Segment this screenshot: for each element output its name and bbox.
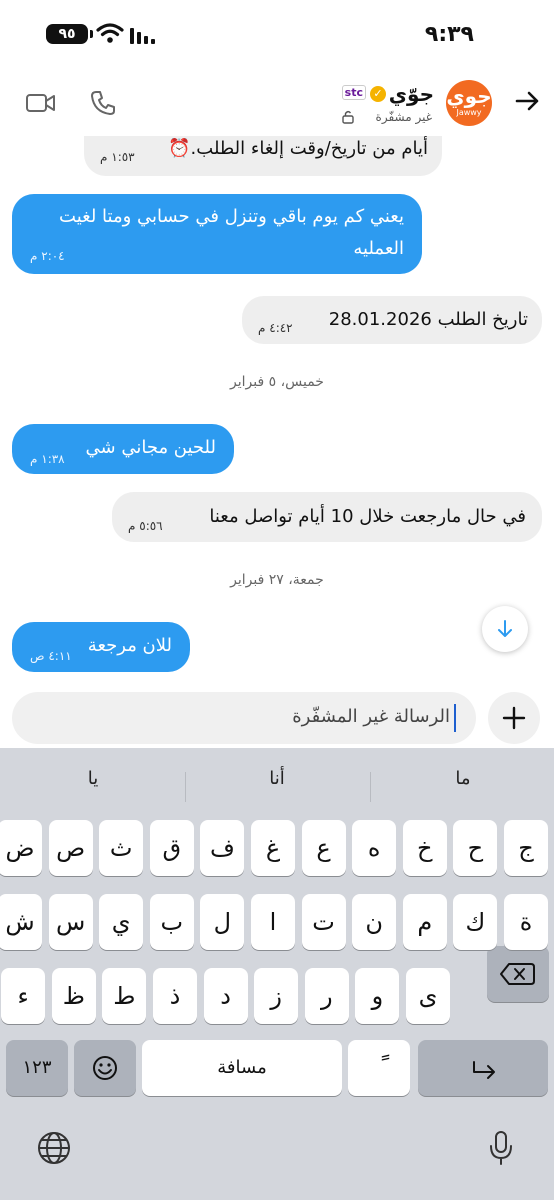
signal-icon <box>130 28 155 44</box>
verified-badge-icon: ✓ <box>370 86 386 102</box>
key-letter[interactable]: ا <box>251 894 295 950</box>
key-letter[interactable]: ق <box>149 820 194 876</box>
key-letter[interactable]: س <box>48 894 93 950</box>
key-letter[interactable]: ص <box>48 820 93 876</box>
message-time: ٢:٠٤ م <box>30 249 65 263</box>
key-letter[interactable]: ء <box>1 968 46 1024</box>
key-letter[interactable]: ة <box>504 894 548 950</box>
battery-indicator: ٩٥ <box>46 24 93 44</box>
message-bubble[interactable]: تاريخ الطلب 28.01.2026 ٤:٤٢ م <box>242 296 542 344</box>
key-letter[interactable]: ض <box>0 820 42 876</box>
backspace-key[interactable] <box>487 946 549 1002</box>
suggestion-divider <box>185 772 186 802</box>
message-time: ٤:٤٢ م <box>258 321 293 335</box>
space-key[interactable]: مسافة <box>142 1040 342 1096</box>
key-letter[interactable]: ب <box>149 894 194 950</box>
contact-avatar[interactable]: جوي Jawwy <box>446 80 492 126</box>
emoji-icon <box>93 1056 117 1080</box>
date-separator: خميس، ٥ فبراير <box>230 374 324 390</box>
unlocked-icon <box>342 110 354 124</box>
message-text: للحين مجاني شي <box>85 437 216 458</box>
conversation-header: جوي Jawwy جوّي ✓ stc غير مشفّرة <box>0 70 554 136</box>
phone-call-icon[interactable] <box>90 90 116 116</box>
encryption-status: غير مشفّرة <box>375 110 432 124</box>
composer: الرسالة غير المشفّرة <box>0 688 554 748</box>
key-letter[interactable]: ش <box>0 894 42 950</box>
key-letter[interactable]: غ <box>251 820 295 876</box>
message-text: أيام من تاريخ/وقت إلغاء الطلب.⏰ <box>168 138 428 159</box>
message-text: يعني كم يوم باقي وتنزل في حسابي ومتا لغي… <box>59 206 404 227</box>
emoji-key[interactable] <box>74 1040 136 1096</box>
key-letter[interactable]: د <box>203 968 248 1024</box>
carrier-badge: stc <box>341 85 366 100</box>
key-letter[interactable]: ي <box>99 894 144 950</box>
plus-icon <box>502 706 526 730</box>
microphone-icon[interactable] <box>488 1130 514 1166</box>
key-letter[interactable]: ر <box>304 968 349 1024</box>
wifi-icon <box>96 23 124 43</box>
return-icon <box>473 1061 495 1079</box>
key-letter[interactable]: ك <box>453 894 498 950</box>
video-call-icon[interactable] <box>26 92 56 114</box>
message-text: للان مرجعة <box>87 635 172 656</box>
message-time: ١:٣٨ م <box>30 452 65 466</box>
key-letter[interactable]: ل <box>200 894 245 950</box>
suggestion-item[interactable]: يا <box>18 768 168 789</box>
suggestion-item[interactable]: ما <box>388 768 538 789</box>
key-letter[interactable]: ز <box>254 968 299 1024</box>
text-caret <box>454 704 456 732</box>
key-letter[interactable]: خ <box>402 820 447 876</box>
back-arrow-icon[interactable] <box>514 88 540 114</box>
message-text: تاريخ الطلب 28.01.2026 <box>328 309 528 330</box>
return-key[interactable] <box>418 1040 548 1096</box>
message-bubble[interactable]: للحين مجاني شي ١:٣٨ م <box>12 424 234 474</box>
key-letter[interactable]: و <box>355 968 400 1024</box>
key-letter[interactable]: ث <box>99 820 144 876</box>
message-time: ١:٥٣ م <box>100 150 135 164</box>
key-letter[interactable]: ف <box>200 820 245 876</box>
message-bubble[interactable]: للان مرجعة ٤:١١ ص <box>12 622 190 672</box>
message-input-placeholder: الرسالة غير المشفّرة <box>292 706 450 727</box>
contact-name[interactable]: جوّي <box>389 82 434 106</box>
message-input[interactable]: الرسالة غير المشفّرة <box>12 692 476 744</box>
status-time: ٩:٣٩ <box>424 22 474 47</box>
message-time: ٥:٥٦ م <box>128 519 163 533</box>
key-letter[interactable]: ج <box>504 820 548 876</box>
key-letter[interactable]: م <box>402 894 447 950</box>
keyboard: ما أنا يا ١٢٣ مسافة ً جحخهعغفقثصض ةكمنتال… <box>0 748 554 1200</box>
message-bubble[interactable]: في حال مارجعت خلال 10 أيام تواصل معنا ٥:… <box>112 492 542 542</box>
status-bar: ٩٥ ٩:٣٩ <box>0 0 554 70</box>
key-letter[interactable]: ع <box>301 820 346 876</box>
tanween-key[interactable]: ً <box>348 1040 410 1096</box>
key-letter[interactable]: ط <box>102 968 147 1024</box>
key-letter[interactable]: ظ <box>51 968 96 1024</box>
numbers-key[interactable]: ١٢٣ <box>6 1040 68 1096</box>
key-letter[interactable]: ذ <box>153 968 197 1024</box>
suggestion-divider <box>370 772 371 802</box>
key-letter[interactable]: ن <box>352 894 397 950</box>
message-text: في حال مارجعت خلال 10 أيام تواصل معنا <box>209 506 526 527</box>
key-letter[interactable]: ت <box>301 894 346 950</box>
scroll-to-bottom-button[interactable] <box>482 606 528 652</box>
key-letter[interactable]: ى <box>406 968 450 1024</box>
message-text: العمليه <box>353 238 404 259</box>
message-list[interactable]: أيام من تاريخ/وقت إلغاء الطلب.⏰ ١:٥٣ م ي… <box>0 120 554 688</box>
suggestion-item[interactable]: أنا <box>202 768 352 789</box>
globe-icon[interactable] <box>36 1130 72 1166</box>
message-time: ٤:١١ ص <box>30 649 72 663</box>
arrow-down-icon <box>498 620 512 637</box>
attach-button[interactable] <box>488 692 540 744</box>
avatar-logo: جوي <box>446 84 492 108</box>
message-bubble[interactable]: يعني كم يوم باقي وتنزل في حسابي ومتا لغي… <box>12 194 422 274</box>
key-letter[interactable]: ه <box>352 820 397 876</box>
avatar-logo-sub: Jawwy <box>456 108 482 117</box>
backspace-icon <box>500 963 535 985</box>
date-separator: جمعة، ٢٧ فبراير <box>230 572 324 588</box>
key-letter[interactable]: ح <box>453 820 498 876</box>
